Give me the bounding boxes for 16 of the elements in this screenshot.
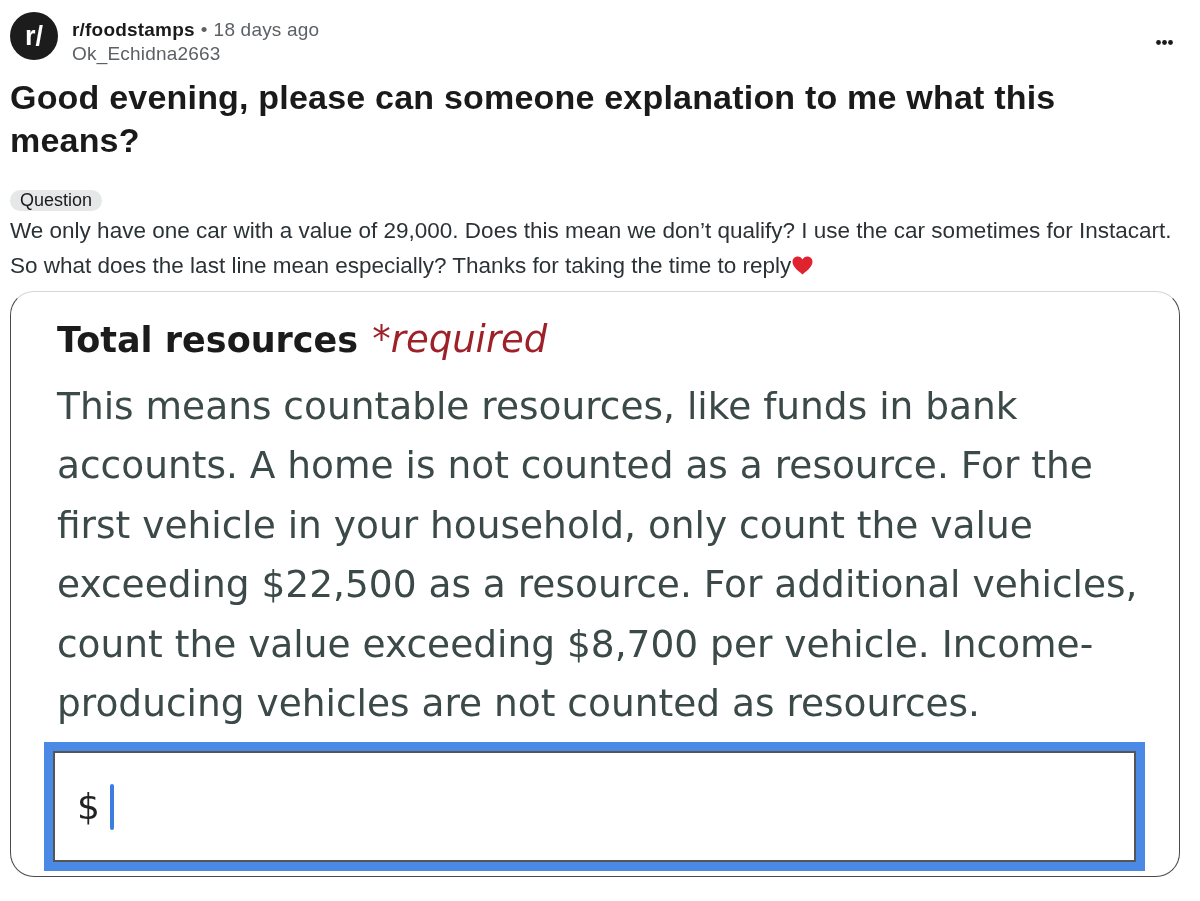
post-flair[interactable]: Question: [10, 190, 103, 211]
separator-dot: •: [200, 18, 208, 42]
post-time: 18 days ago: [213, 18, 320, 42]
amount-input-field[interactable]: $: [44, 742, 1145, 872]
post-title: Good evening, please can someone explanation to me what this means?: [10, 77, 1057, 161]
heart-icon: [792, 256, 814, 275]
field-description: This means countable resources, like funds in bank accounts. A home is not counted as a resource. For the first vehicle in your household, only count the value exceeding $22,500 as a resource. For additional vehicles, count the value exceeding $8,700 per vehicle. Income-producing vehicles are not counted as resources.: [57, 383, 1139, 728]
currency-prefix: $: [77, 786, 100, 828]
more-icon: [1156, 40, 1173, 45]
community-link[interactable]: r/foodstamps: [72, 18, 195, 42]
field-heading: Total resources: [57, 319, 359, 362]
post-body-text: So what does the last line mean especially? Thanks for taking the time to reply: [10, 252, 792, 280]
community-avatar[interactable]: r/: [10, 12, 58, 60]
post-body-text: We only have one car with a value of 29,000. Does this mean we don’t qualify? I use the car sometimes for Instacart.: [10, 217, 1172, 245]
author-link[interactable]: Ok_Echidna2663: [72, 42, 221, 66]
required-label: *required: [372, 317, 548, 363]
